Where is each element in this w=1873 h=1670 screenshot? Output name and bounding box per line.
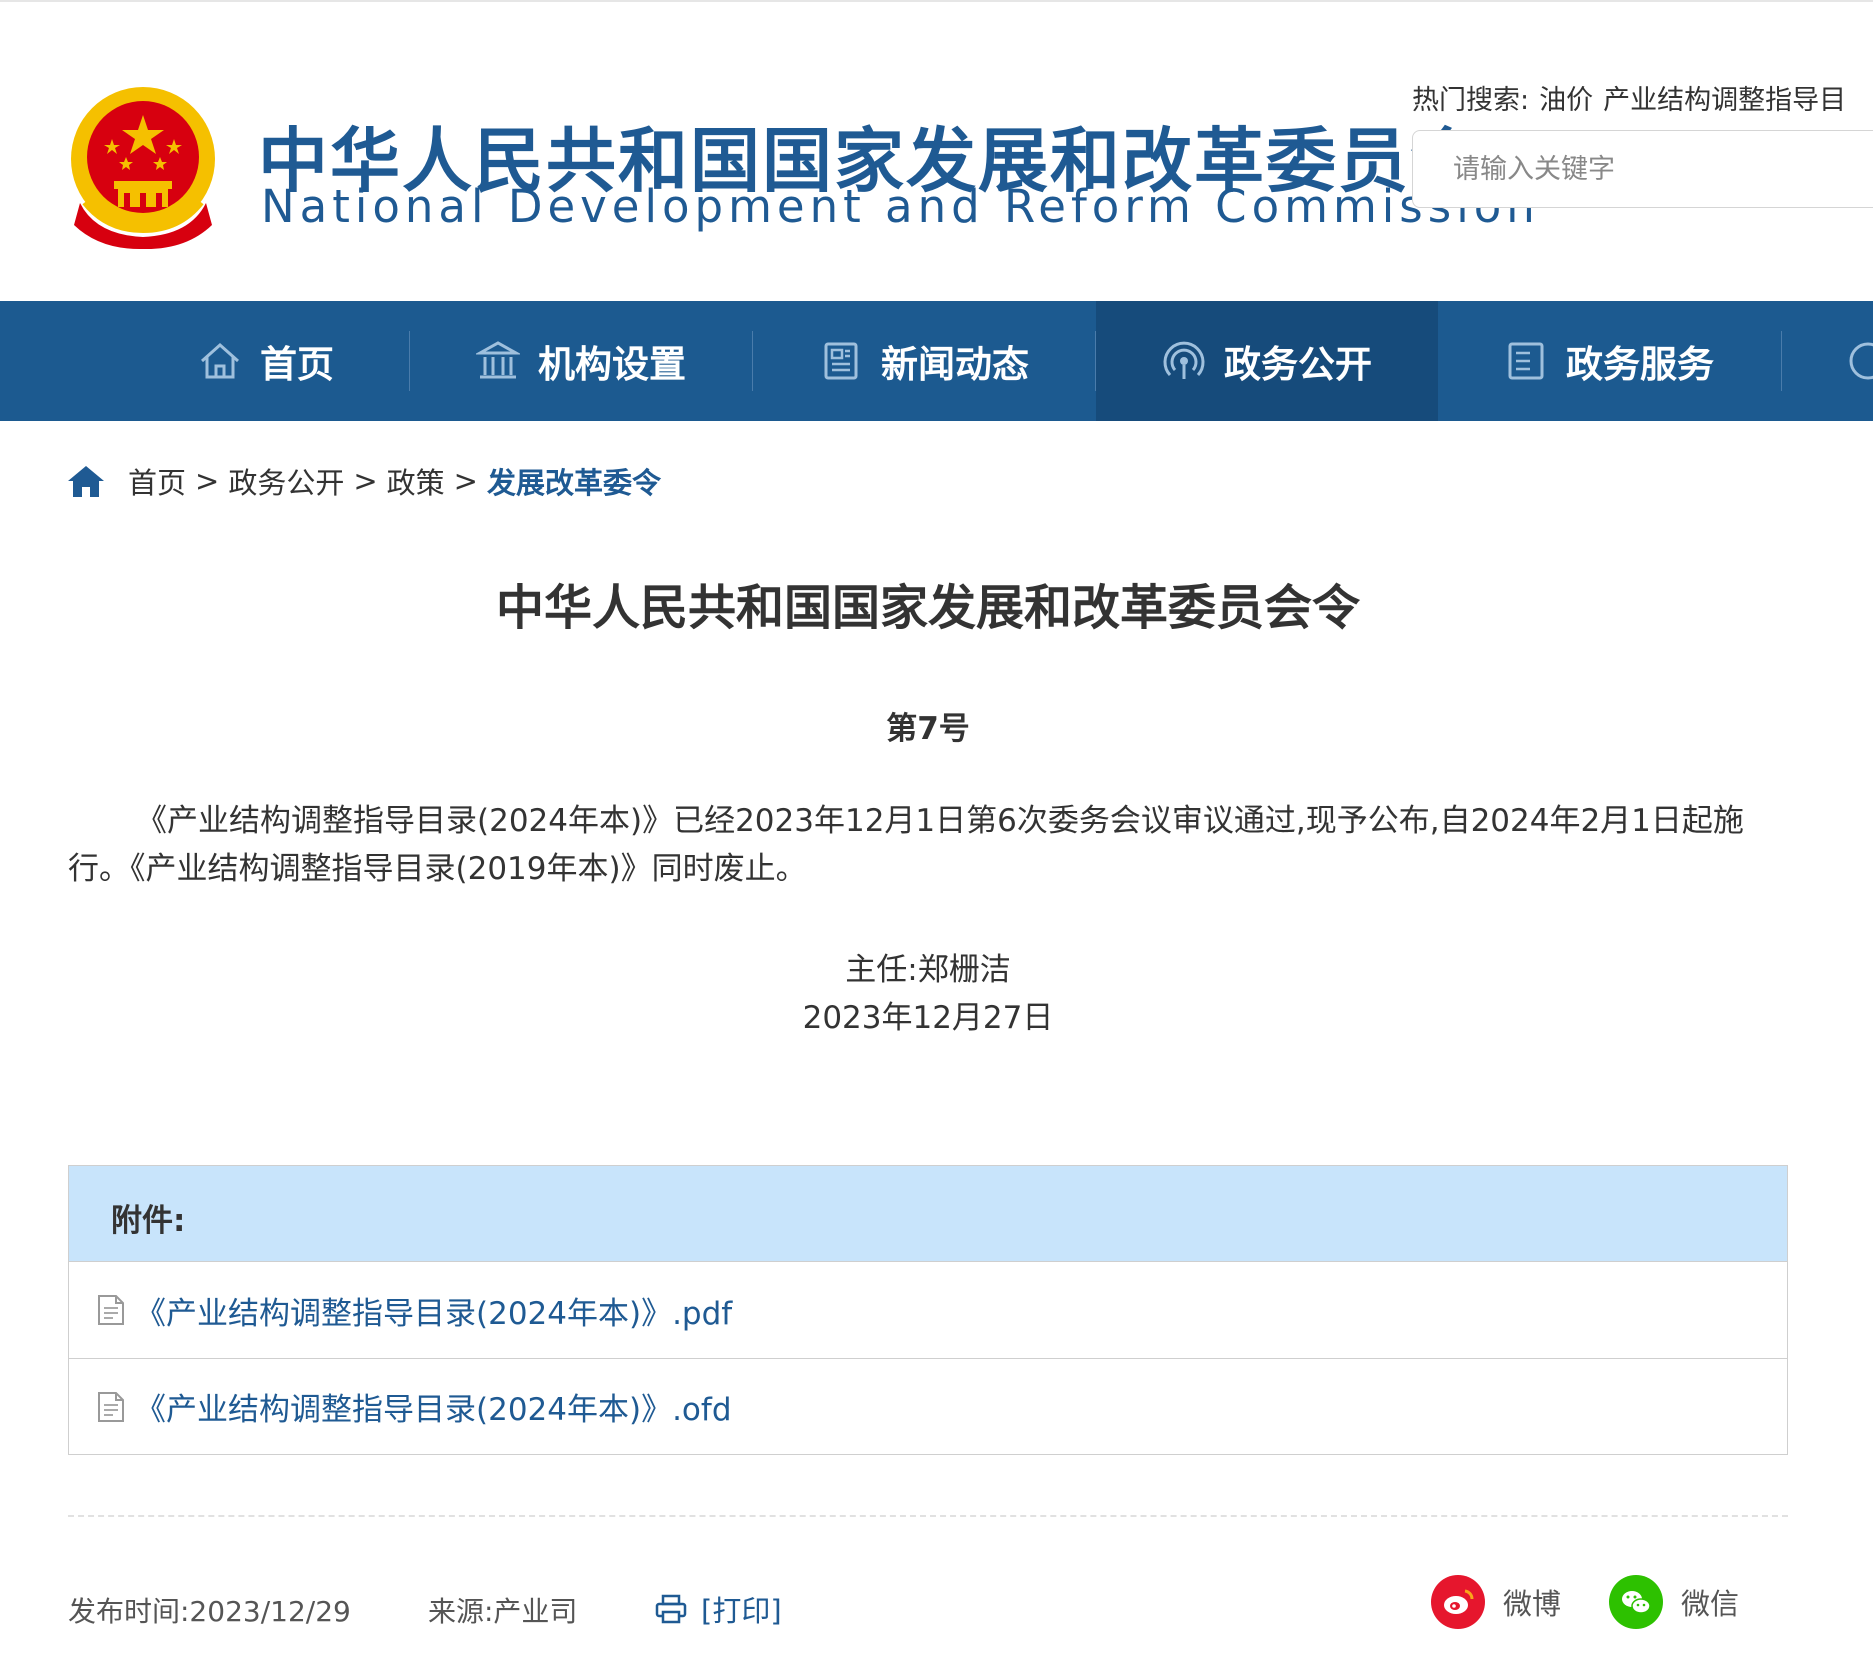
nav-item-label: 首页 — [260, 343, 334, 386]
nav-item-label: 政务公开 — [1224, 343, 1372, 386]
file-icon — [98, 1295, 124, 1325]
share-weibo-button[interactable]: 微博 — [1431, 1575, 1561, 1629]
search-input[interactable] — [1413, 131, 1873, 207]
nav-item-label: 新闻动态 — [881, 343, 1029, 386]
attachment-link[interactable]: 《产业结构调整指导目录(2024年本)》.pdf — [135, 1288, 732, 1333]
nav-item-news[interactable]: 新闻动态 — [753, 301, 1095, 421]
nav-item-services[interactable]: 政务服务 — [1438, 301, 1780, 421]
attachments-header: 附件: — [69, 1166, 1787, 1262]
source: 来源:产业司 — [428, 1595, 578, 1628]
top-border — [0, 0, 1873, 2]
article-body: 《产业结构调整指导目录(2024年本)》已经2023年12月1日第6次委务会议审… — [68, 803, 1744, 887]
file-icon — [98, 1391, 124, 1422]
document-number: 第7号 — [886, 711, 970, 747]
attachment-item[interactable]: 《产业结构调整指导目录(2024年本)》.ofd — [69, 1358, 1787, 1454]
main-nav: 首页 机构设置 新闻动态 政务公开 政务服务 — [0, 301, 1873, 421]
nav-item-government-affairs[interactable]: 政务公开 — [1096, 301, 1438, 421]
breadcrumb: 首页 > 政务公开 > 政策 > 发展改革委令 — [66, 460, 661, 502]
divider — [68, 1515, 1788, 1517]
breadcrumb-link[interactable]: 政务公开 — [228, 460, 344, 502]
institution-icon — [476, 341, 520, 379]
breadcrumb-link[interactable]: 政策 — [387, 460, 445, 502]
attachments-panel: 附件: 《产业结构调整指导目录(2024年本)》.pdf 《产业结构调整指导目录… — [68, 1165, 1788, 1455]
nav-item-home[interactable]: 首页 — [95, 301, 437, 421]
nav-item-label: 机构设置 — [538, 343, 686, 386]
attachment-item[interactable]: 《产业结构调整指导目录(2024年本)》.pdf — [69, 1262, 1787, 1358]
home-icon — [201, 342, 239, 379]
breadcrumb-separator: > — [453, 464, 478, 498]
print-button[interactable]: [打印] — [655, 1588, 782, 1630]
share-wechat-label: 微信 — [1681, 1587, 1740, 1621]
service-icon — [1508, 342, 1544, 380]
home-icon[interactable] — [66, 463, 106, 499]
attachment-link[interactable]: 《产业结构调整指导目录(2024年本)》.ofd — [135, 1384, 732, 1429]
print-label: [打印] — [701, 1594, 782, 1628]
more-nav-icon[interactable] — [1846, 339, 1873, 383]
breadcrumb-separator: > — [195, 464, 220, 498]
signing-date: 2023年12月27日 — [802, 1000, 1054, 1036]
search-box — [1412, 130, 1873, 208]
hot-keyword-link[interactable]: 产业结构调整指导目 — [1603, 85, 1846, 116]
share-wechat-button[interactable]: 微信 — [1609, 1575, 1739, 1629]
publish-time: 发布时间:2023/12/29 — [68, 1595, 351, 1628]
breadcrumb-separator: > — [353, 464, 378, 498]
wechat-icon — [1609, 1575, 1663, 1629]
share-weibo-label: 微博 — [1503, 1587, 1562, 1621]
weibo-icon — [1431, 1575, 1485, 1629]
page-title: 中华人民共和国国家发展和改革委员会令 — [495, 580, 1360, 636]
nav-item-institutions[interactable]: 机构设置 — [410, 301, 752, 421]
hot-search: 热门搜索: 油价 产业结构调整指导目 — [1412, 78, 1846, 117]
attachments-heading: 附件: — [111, 1203, 186, 1239]
news-icon — [824, 342, 858, 380]
hot-search-label: 热门搜索: — [1412, 85, 1530, 116]
printer-icon — [655, 1594, 687, 1624]
breadcrumb-current[interactable]: 发展改革委令 — [487, 460, 661, 502]
nav-item-label: 政务服务 — [1566, 343, 1714, 386]
broadcast-icon — [1163, 341, 1205, 379]
nav-divider — [1781, 331, 1782, 391]
hot-keyword-link[interactable]: 油价 — [1539, 85, 1593, 116]
breadcrumb-link[interactable]: 首页 — [128, 460, 186, 502]
signer: 主任:郑栅洁 — [845, 952, 1011, 988]
national-emblem-icon — [71, 87, 215, 250]
site-title-en: National Development and Reform Commissi… — [261, 180, 1540, 233]
